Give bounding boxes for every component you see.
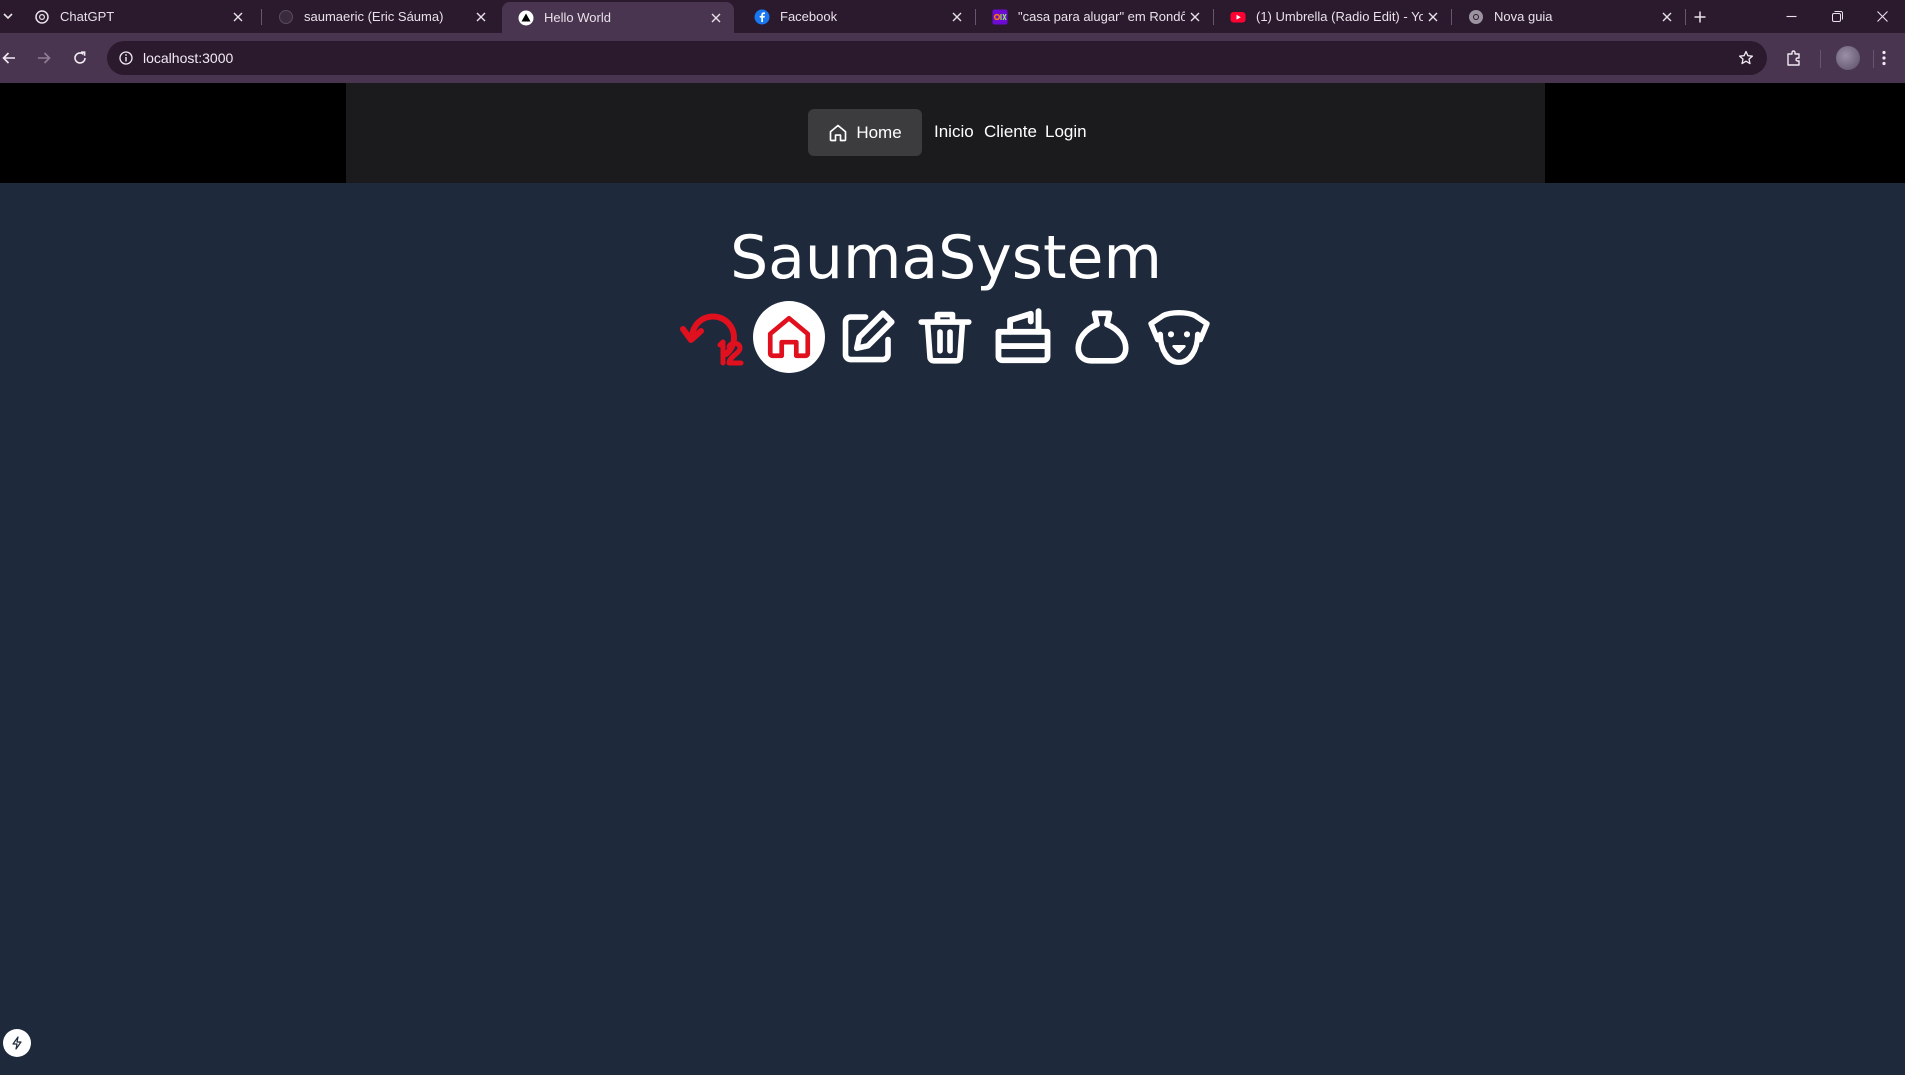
arrow-left-icon [2, 52, 15, 64]
bookmark-star-icon[interactable] [1737, 49, 1755, 67]
chevron-down-icon [3, 13, 13, 20]
home-icon[interactable] [753, 301, 825, 373]
bag-icon[interactable] [1066, 301, 1138, 373]
browser-tab[interactable]: Nova guia [1452, 0, 1685, 33]
browser-toolbar: localhost:3000 [0, 33, 1905, 83]
tab-title: ChatGPT [60, 9, 115, 24]
nav-home-label: Home [856, 122, 902, 142]
close-window-button[interactable] [1859, 0, 1905, 33]
close-tab-icon[interactable] [947, 7, 967, 27]
reload-button[interactable] [68, 46, 92, 70]
site-info-icon[interactable] [117, 49, 135, 67]
trash-icon[interactable] [909, 301, 981, 373]
browser-tab[interactable]: Facebook [738, 0, 975, 33]
extensions-button[interactable] [1782, 46, 1806, 70]
youtube-icon [1230, 9, 1246, 25]
restore-icon [1831, 11, 1843, 22]
minimize-icon [1786, 15, 1796, 18]
github-icon [278, 9, 294, 25]
nav-link-inicio[interactable]: Inicio [934, 122, 974, 142]
minimize-button[interactable] [1768, 0, 1814, 33]
close-tab-icon[interactable] [1657, 7, 1677, 27]
browser-tab[interactable]: ChatGPT [18, 0, 256, 33]
close-tab-icon[interactable] [1423, 7, 1443, 27]
browser-tab[interactable]: "casa para alugar" em Rondônia [976, 0, 1213, 33]
browser-tab-bar: ChatGPT saumaeric (Eric Sáuma) Hello Wor… [0, 0, 1905, 33]
browser-menu-button[interactable] [1872, 46, 1896, 70]
tab-title: Nova guia [1494, 9, 1553, 24]
browser-tab[interactable]: saumaeric (Eric Sáuma) [262, 0, 499, 33]
nav-link-login[interactable]: Login [1045, 122, 1087, 142]
address-bar[interactable]: localhost:3000 [107, 41, 1767, 75]
dog-icon[interactable] [1143, 301, 1215, 373]
puzzle-icon [1787, 50, 1800, 66]
nextjs-dev-indicator[interactable] [3, 1029, 31, 1057]
url-text[interactable]: localhost:3000 [143, 50, 233, 66]
kebab-menu-icon [1882, 50, 1886, 66]
tab-title: saumaeric (Eric Sáuma) [304, 9, 444, 24]
close-tab-icon[interactable] [471, 7, 491, 27]
navbar: Home Inicio Cliente Login [346, 83, 1545, 183]
chatgpt-icon [34, 9, 50, 25]
close-tab-icon[interactable] [228, 7, 248, 27]
close-tab-icon[interactable] [1185, 7, 1205, 27]
profile-avatar[interactable] [1836, 46, 1860, 70]
page-content: Home Inicio Cliente Login SaumaSystem [0, 83, 1905, 1075]
close-tab-icon[interactable] [706, 8, 726, 28]
tab-search-button[interactable] [0, 6, 16, 26]
close-icon [1876, 11, 1888, 22]
tab-title: Facebook [780, 9, 838, 24]
olx-icon [992, 9, 1008, 25]
site-header: Home Inicio Cliente Login [0, 83, 1905, 183]
chrome-icon [1468, 9, 1484, 25]
tab-title: (1) Umbrella (Radio Edit) - YouTube [1256, 9, 1423, 24]
reload-icon [74, 51, 86, 64]
inbox-icon[interactable] [987, 301, 1059, 373]
nav-home-button[interactable]: Home [808, 109, 922, 156]
restore-button[interactable] [1814, 0, 1860, 33]
lightning-icon [12, 1036, 22, 1050]
tab-title: "casa para alugar" em Rondônia [1018, 9, 1185, 24]
tab-title: Hello World [544, 10, 611, 25]
edit-icon[interactable] [832, 301, 904, 373]
browser-tab-active[interactable]: Hello World [502, 2, 734, 33]
page-title: SaumaSystem [730, 223, 1162, 293]
toolbar-separator [1820, 50, 1821, 68]
nav-link-cliente[interactable]: Cliente [984, 122, 1037, 142]
facebook-icon [754, 9, 770, 25]
triangle-icon [518, 10, 534, 26]
plus-icon [1694, 11, 1706, 22]
home-icon [829, 124, 847, 141]
history-12-icon[interactable] [676, 301, 748, 373]
new-tab-button[interactable] [1677, 0, 1723, 33]
back-button[interactable] [0, 46, 21, 70]
browser-tab[interactable]: (1) Umbrella (Radio Edit) - YouTube [1214, 0, 1451, 33]
arrow-right-icon [38, 52, 51, 64]
forward-button[interactable] [32, 46, 56, 70]
